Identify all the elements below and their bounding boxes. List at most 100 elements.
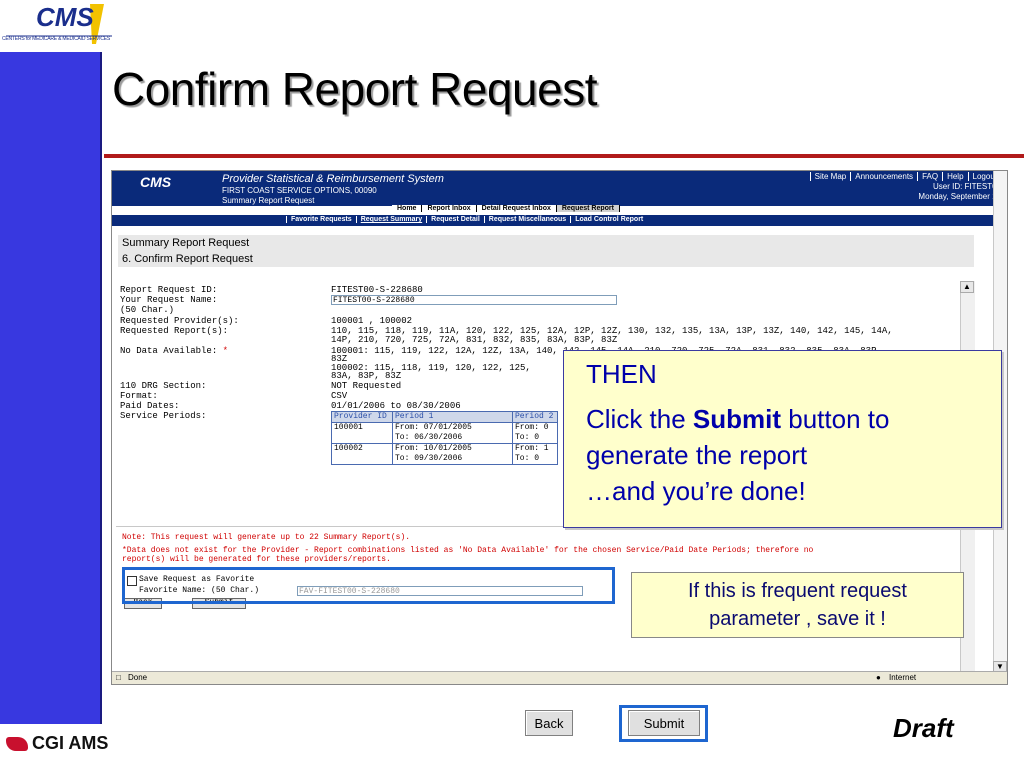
then-line1-pre: Click the (586, 404, 693, 434)
subtab-favorite-requests[interactable]: Favorite Requests (286, 216, 356, 223)
drg-label: 110 DRG Section: (120, 381, 207, 391)
then-line2: generate the report (586, 440, 808, 470)
format-value: CSV (331, 391, 348, 401)
cell-from: From: 10/01/2005 (395, 444, 472, 453)
table-row: 100001 From: 07/01/2005 To: 06/30/2006 Fr… (331, 422, 558, 444)
system-title: Provider Statistical & Reimbursement Sys… (222, 173, 444, 185)
favorite-highlight-box (122, 567, 615, 604)
cell-to: To: 09/30/2006 (395, 454, 463, 463)
periods-label: Service Periods: (120, 411, 207, 421)
reports-line2: 14P, 210, 720, 725, 72A, 831, 832, 835, … (331, 335, 618, 345)
reports-label: Requested Report(s): (120, 326, 229, 336)
cell-from: From: 1 (515, 444, 549, 453)
sub-tabs: Favorite Requests Request Summary Request … (112, 215, 1007, 226)
link-faq[interactable]: FAQ (917, 172, 943, 181)
title-divider (104, 154, 1024, 158)
request-name-label: Your Request Name: (120, 295, 218, 305)
nodata-required-star: * (222, 346, 229, 356)
zone-text: Internet (889, 673, 917, 682)
status-text: Done (128, 673, 148, 682)
draft-label: Draft (893, 713, 954, 743)
table-row: 100002 From: 10/01/2005 To: 09/30/2006 Fr… (331, 443, 558, 465)
link-help[interactable]: Help (942, 172, 968, 181)
then-line1-post: button to (781, 404, 890, 434)
providers-label: Requested Provider(s): (120, 316, 239, 326)
cgi-logo-text: CGI AMS (32, 733, 109, 753)
app-cms-logo: CMS (140, 174, 172, 190)
cell-to: To: 0 (515, 454, 540, 463)
cell-period2: From: 0 To: 0 (512, 422, 558, 444)
note-report-count: Note: This request will generate up to 2… (122, 533, 411, 542)
subtab-request-summary[interactable]: Request Summary (355, 216, 427, 223)
report-id-label: Report Request ID: (120, 285, 218, 295)
subtab-load-control-report[interactable]: Load Control Report (570, 216, 648, 223)
th-period-1: Period 1 (392, 411, 513, 423)
then-line3: …and you’re done! (586, 476, 806, 506)
tab-report-inbox[interactable]: Report Inbox (422, 205, 477, 212)
cgi-ams-logo: CGI AMS (6, 733, 108, 754)
cell-provider: 100002 (331, 443, 393, 465)
left-accent-bar (0, 52, 102, 724)
report-id-value: FITEST00-S-228680 (331, 285, 423, 295)
drg-value: NOT Requested (331, 381, 402, 391)
request-name-hint: (50 Char.) (120, 305, 175, 315)
nodata-label-text: No Data Available: (120, 346, 218, 356)
cell-provider: 100001 (331, 422, 393, 444)
globe-icon: ● (876, 673, 881, 682)
then-body: Click the Submit button to generate the … (586, 401, 889, 509)
then-line1: Click the Submit button to (586, 401, 889, 437)
cell-to: To: 06/30/2006 (395, 433, 463, 442)
cell-period1: From: 10/01/2005 To: 09/30/2006 (392, 443, 513, 465)
cell-period2: From: 1 To: 0 (512, 443, 558, 465)
cell-period1: From: 07/01/2005 To: 06/30/2006 (392, 422, 513, 444)
nodata-line4: 83A, 83P, 83Z (331, 371, 402, 381)
browser-statusbar: □ Done ● Internet (112, 671, 1007, 684)
tab-detail-request-inbox[interactable]: Detail Request Inbox (476, 205, 557, 212)
page-name-label: Summary Report Request (222, 196, 315, 205)
cell-to: To: 0 (515, 433, 540, 442)
link-site-map[interactable]: Site Map (809, 172, 851, 181)
cell-from: From: 07/01/2005 (395, 423, 472, 432)
slide-title: Confirm Report Request (112, 63, 597, 115)
cms-logo-text: CMS (36, 2, 94, 32)
cms-logo-subtext: CENTERS for MEDICARE & MEDICAID SERVICES (2, 36, 111, 42)
then-line1-bold: Submit (692, 404, 782, 434)
subtab-request-miscellaneous[interactable]: Request Miscellaneous (483, 216, 571, 223)
cgi-logo-icon (6, 737, 28, 752)
submit-button[interactable]: Submit (628, 710, 700, 736)
nodata-label: No Data Available: * (120, 346, 228, 356)
form-step: 6. Confirm Report Request (122, 253, 253, 265)
table-header-row: Provider ID Period 1 Period 2 (331, 411, 558, 423)
th-provider-id: Provider ID (331, 411, 393, 423)
user-id: User ID: FITEST00 (932, 182, 1001, 191)
paid-value: 01/01/2006 to 08/30/2006 (331, 401, 461, 411)
app-header: CMS Provider Statistical & Reimbursement… (112, 171, 1007, 206)
form-heading: Summary Report Request (122, 237, 250, 249)
top-links: Site Map Announcements FAQ Help Logout (809, 172, 1001, 181)
providers-value: 100001 , 100002 (331, 316, 413, 326)
then-heading: THEN (586, 359, 657, 389)
tab-home[interactable]: Home (392, 205, 423, 212)
service-periods-table: Provider ID Period 1 Period 2 100001 Fro… (331, 411, 558, 465)
note-no-data-line1: *Data does not exist for the Provider - … (122, 546, 814, 555)
subtab-request-detail[interactable]: Request Detail (426, 216, 484, 223)
form-header: Summary Report Request 6. Confirm Report… (118, 235, 974, 267)
tab-request-report[interactable]: Request Report (556, 205, 620, 212)
user-date: Monday, September 10 (918, 192, 1001, 201)
cell-from: From: 0 (515, 423, 549, 432)
frequent-line2: parameter , save it ! (709, 608, 886, 630)
paid-label: Paid Dates: (120, 401, 180, 411)
link-announcements[interactable]: Announcements (850, 172, 918, 181)
frequent-line1: If this is frequent request (687, 580, 907, 602)
page-icon: □ (116, 673, 121, 682)
scroll-up-icon[interactable]: ▲ (960, 281, 974, 293)
then-callout: THEN Click the Submit button to generate… (563, 350, 1002, 528)
back-button[interactable]: Back (525, 710, 573, 736)
format-label: Format: (120, 391, 158, 401)
note-no-data-line2: report(s) will be generated for these pr… (122, 555, 391, 564)
th-period-2: Period 2 (512, 411, 558, 423)
organization-label: FIRST COAST SERVICE OPTIONS, 00090 (222, 186, 377, 195)
request-name-input[interactable]: FITEST00-S-228680 (331, 295, 617, 305)
main-tabs: Home Report Inbox Detail Request Inbox Requ… (392, 205, 620, 215)
frequent-request-callout: If this is frequent request parameter , … (631, 572, 964, 638)
